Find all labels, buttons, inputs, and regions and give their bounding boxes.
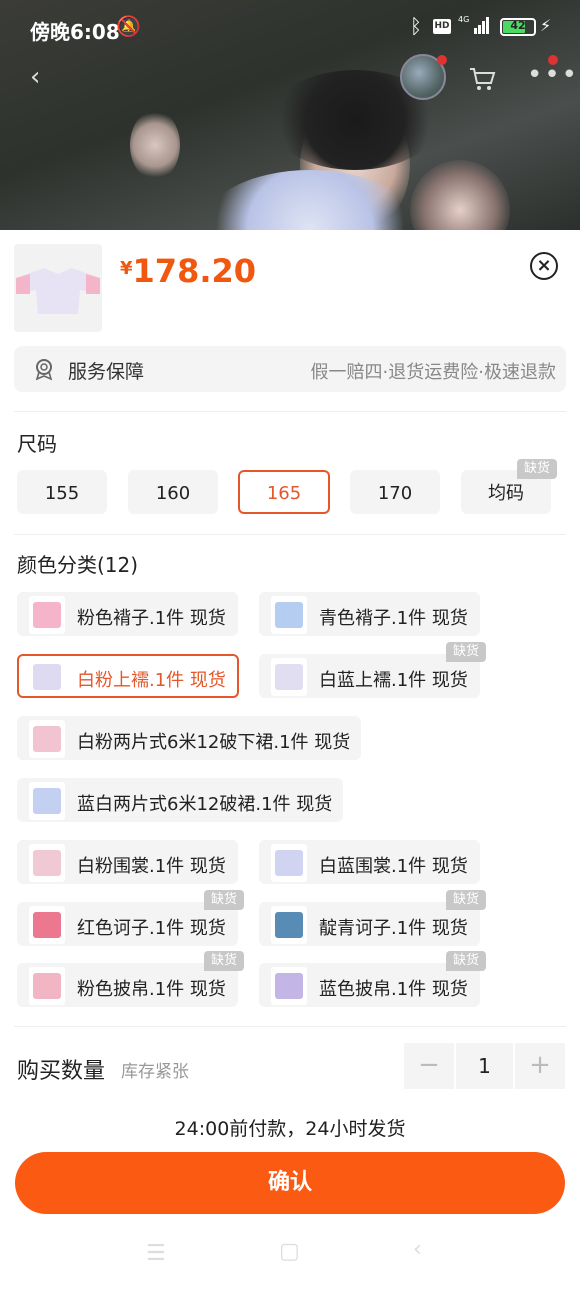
color-option-label: 白粉两片式6米12破下裙.1件 现货 (77, 732, 351, 753)
product-thumbnail[interactable] (14, 244, 102, 332)
size-section-title: 尺码 (17, 432, 57, 456)
home-icon[interactable]: ▢ (279, 1239, 300, 1264)
back-nav-icon[interactable]: ‹ (413, 1237, 422, 1262)
status-time: 傍晚6:08 (30, 20, 120, 44)
color-option[interactable]: 白粉上襦.1件 现货 (17, 654, 239, 698)
out-of-stock-badge: 缺货 (204, 951, 245, 971)
color-option-label: 青色褙子.1件 现货 (319, 608, 468, 629)
color-option-label: 蓝白两片式6米12破裙.1件 现货 (77, 794, 333, 815)
color-option-label: 粉色褙子.1件 现货 (77, 608, 226, 629)
service-value: 假一赔四·退货运费险·极速退款 (310, 362, 556, 383)
color-option[interactable]: 粉色褙子.1件 现货 (17, 592, 238, 636)
hero-figure-hand (130, 110, 180, 180)
badge-icon (35, 359, 53, 381)
status-bar: 傍晚6:08 🔕 ᛒ HD 4G 42 ⚡ (0, 0, 580, 56)
out-of-stock-badge: 缺货 (446, 642, 487, 662)
color-option-thumbnail (29, 720, 65, 758)
product-thumbnail-image (16, 268, 100, 314)
color-option-label: 蓝色披帛.1件 现货 (319, 979, 468, 1000)
divider (14, 411, 566, 412)
confirm-button[interactable]: 确认 (15, 1152, 565, 1214)
hero-figure-child (410, 160, 510, 232)
battery-level: 42 (510, 19, 526, 32)
color-option-thumbnail (271, 596, 307, 634)
size-option[interactable]: 170 (350, 470, 440, 514)
color-option[interactable]: 蓝白两片式6米12破裙.1件 现货 (17, 778, 343, 822)
network-type-label: 4G (458, 15, 469, 24)
product-hero-image: 傍晚6:08 🔕 ᛒ HD 4G 42 ⚡ ‹ ••• (0, 0, 580, 232)
out-of-stock-badge: 缺货 (446, 951, 487, 971)
sku-selector-sheet: ¥178.20 × 服务保障 假一赔四·退货运费险·极速退款 尺码 155 160… (0, 230, 580, 1289)
color-option-label: 白蓝上襦.1件 现货 (319, 670, 468, 691)
color-option[interactable]: 白粉两片式6米12破下裙.1件 现货 (17, 716, 361, 760)
color-option-thumbnail (271, 844, 307, 882)
color-option-thumbnail (271, 967, 307, 1005)
stock-hint: 库存紧张 (121, 1062, 189, 1082)
out-of-stock-badge: 缺货 (446, 890, 487, 910)
size-option[interactable]: 160 (128, 470, 218, 514)
currency-symbol: ¥ (120, 258, 133, 279)
color-option[interactable]: 青色褙子.1件 现货 (259, 592, 480, 636)
color-option[interactable]: 白粉围裳.1件 现货 (17, 840, 238, 884)
system-navigation-bar: ☰ ▢ ‹ (0, 1235, 580, 1279)
color-option-thumbnail (29, 782, 65, 820)
service-label: 服务保障 (68, 361, 145, 383)
notification-dot (437, 55, 447, 65)
color-section-title: 颜色分类(12) (17, 553, 139, 577)
menu-icon[interactable]: ☰ (146, 1241, 166, 1266)
color-option-thumbnail (271, 658, 307, 696)
divider (14, 1026, 566, 1027)
color-option-thumbnail (29, 844, 65, 882)
size-option[interactable]: 155 (17, 470, 107, 514)
color-option-thumbnail (271, 906, 307, 944)
color-option[interactable]: 白蓝围裳.1件 现货 (259, 840, 480, 884)
signal-icon: 4G (458, 15, 489, 34)
color-option-label: 粉色披帛.1件 现货 (77, 979, 226, 1000)
color-option-label: 白蓝围裳.1件 现货 (319, 856, 468, 877)
notification-dot (548, 55, 558, 65)
quantity-decrease-button[interactable]: − (404, 1043, 454, 1089)
color-option-thumbnail (29, 596, 65, 634)
charging-icon: ⚡ (540, 16, 552, 35)
color-option-thumbnail (29, 658, 65, 696)
bell-muted-icon: 🔕 (116, 14, 141, 38)
color-option-label: 红色诃子.1件 现货 (77, 918, 226, 939)
product-price: ¥178.20 (120, 252, 256, 290)
close-icon[interactable]: × (530, 252, 558, 280)
out-of-stock-badge: 缺货 (517, 459, 558, 479)
color-option-label: 白粉上襦.1件 现货 (77, 670, 226, 691)
out-of-stock-badge: 缺货 (204, 890, 245, 910)
battery-icon: 42 (500, 18, 536, 36)
color-option-label: 靛青诃子.1件 现货 (319, 918, 468, 939)
divider (14, 534, 566, 535)
back-arrow-icon[interactable]: ‹ (30, 62, 40, 92)
quantity-input[interactable]: 1 (456, 1043, 513, 1089)
color-option-thumbnail (29, 967, 65, 1005)
service-guarantee-row[interactable]: 服务保障 假一赔四·退货运费险·极速退款 (14, 346, 566, 392)
color-option-label: 白粉围裳.1件 现货 (77, 856, 226, 877)
bluetooth-icon: ᛒ (410, 14, 422, 38)
quantity-increase-button[interactable]: + (515, 1043, 565, 1089)
shipping-info: 24:00前付款，24小时发货 (174, 1118, 406, 1140)
hd-icon: HD (433, 19, 451, 34)
size-option[interactable]: 165 (238, 470, 330, 514)
quantity-label: 购买数量 (17, 1059, 106, 1084)
cart-icon[interactable] (468, 66, 496, 92)
color-option-thumbnail (29, 906, 65, 944)
price-value: 178.20 (132, 252, 257, 290)
